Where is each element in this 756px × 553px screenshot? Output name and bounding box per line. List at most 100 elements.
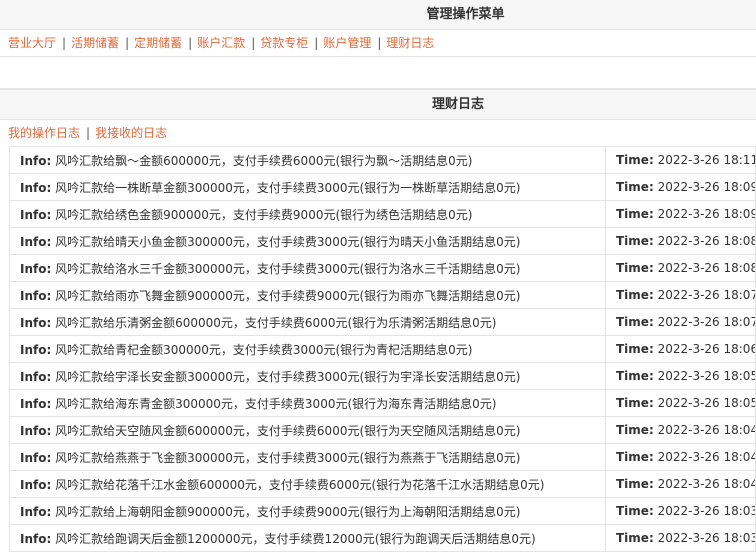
log-row: Info: 风吟汇款给乐清粥金额600000元，支付手续费6000元(银行为乐清… [9,308,756,336]
nav-lobby[interactable]: 营业大厅 [8,36,56,50]
spacer [0,57,756,89]
log-row: Info: 风吟汇款给雨亦飞舞金额900000元，支付手续费9000元(银行为雨… [9,281,756,309]
nav-separator: | [377,36,382,50]
log-time-text: 2022-3-26 18:04 [657,423,756,437]
info-label: Info: [20,315,52,330]
menu-title: 管理操作菜单 [426,7,505,22]
log-time-cell: Time: 2022-3-26 18:04 [605,443,756,471]
info-label: Info: [20,207,52,222]
info-label: Info: [20,504,52,519]
log-row: Info: 风吟汇款给花落千江水金额600000元，支付手续费6000元(银行为… [9,470,756,498]
time-label: Time: [616,288,654,302]
log-info-cell: Info: 风吟汇款给雨亦飞舞金额900000元，支付手续费9000元(银行为雨… [9,281,606,309]
log-time-cell: Time: 2022-3-26 18:05 [605,389,756,417]
log-row: Info: 风吟汇款给跑调天后金额1200000元，支付手续费12000元(银行… [9,524,756,552]
log-time-text: 2022-3-26 18:07 [657,288,756,302]
log-time-text: 2022-3-26 18:09 [657,207,756,221]
log-row: Info: 风吟汇款给燕燕于飞金额300000元，支付手续费3000元(银行为燕… [9,443,756,471]
nav-remittance[interactable]: 账户汇款 [197,36,245,50]
info-label: Info: [20,180,52,195]
info-label: Info: [20,369,52,384]
log-info-text: 风吟汇款给跑调天后金额1200000元，支付手续费12000元(银行为跑调天后活… [55,531,536,546]
time-label: Time: [616,369,654,383]
log-time-text: 2022-3-26 18:08 [657,261,756,275]
my-operation-log-link[interactable]: 我的操作日志 [8,126,80,140]
log-info-text: 风吟汇款给宇泽长安金额300000元，支付手续费3000元(银行为宇泽长安活期结… [55,369,521,384]
log-info-text: 风吟汇款给晴天小鱼金额300000元，支付手续费3000元(银行为晴天小鱼活期结… [55,234,521,249]
info-label: Info: [20,288,52,303]
log-row: Info: 风吟汇款给晴天小鱼金额300000元，支付手续费3000元(银行为晴… [9,227,756,255]
subnav-separator: | [86,126,91,140]
time-label: Time: [616,504,654,518]
log-info-cell: Info: 风吟汇款给花落千江水金额600000元，支付手续费6000元(银行为… [9,470,606,498]
log-info-text: 风吟汇款给一株断草金额300000元，支付手续费3000元(银行为一株断草活期结… [55,180,521,195]
log-time-cell: Time: 2022-3-26 18:09 [605,173,756,201]
log-info-text: 风吟汇款给洛水三千金额300000元，支付手续费3000元(银行为洛水三千活期结… [55,261,521,276]
log-time-text: 2022-3-26 18:06 [657,342,756,356]
log-row: Info: 风吟汇款给一株断草金额300000元，支付手续费3000元(银行为一… [9,173,756,201]
log-info-text: 风吟汇款给雨亦飞舞金额900000元，支付手续费9000元(银行为雨亦飞舞活期结… [55,288,521,303]
nav-finance-log[interactable]: 理财日志 [386,36,434,50]
log-time-cell: Time: 2022-3-26 18:09 [605,200,756,228]
info-label: Info: [20,342,52,357]
log-header: 理财日志 [0,89,756,120]
log-info-text: 风吟汇款给花落千江水金额600000元，支付手续费6000元(银行为花落千江水活… [55,477,545,492]
log-row: Info: 风吟汇款给绣色金额900000元，支付手续费9000元(银行为绣色活… [9,200,756,228]
log-row: Info: 风吟汇款给飘～金额600000元，支付手续费6000元(银行为飘～活… [9,146,756,174]
log-time-cell: Time: 2022-3-26 18:03 [605,524,756,552]
info-label: Info: [20,396,52,411]
log-row: Info: 风吟汇款给天空随风金额600000元，支付手续费6000元(银行为天… [9,416,756,444]
nav-fixed-deposit[interactable]: 定期储蓄 [134,36,182,50]
time-label: Time: [616,261,654,275]
time-label: Time: [616,234,654,248]
log-time-cell: Time: 2022-3-26 18:08 [605,227,756,255]
log-time-text: 2022-3-26 18:03 [657,504,756,518]
log-time-cell: Time: 2022-3-26 18:08 [605,254,756,282]
log-time-text: 2022-3-26 18:05 [657,369,756,383]
log-time-text: 2022-3-26 18:03 [657,531,756,545]
log-time-text: 2022-3-26 18:05 [657,396,756,410]
time-label: Time: [616,396,654,410]
log-time-text: 2022-3-26 18:08 [657,234,756,248]
log-info-text: 风吟汇款给海东青金额300000元，支付手续费3000元(银行为海东青活期结息0… [55,396,497,411]
menu-header: 管理操作菜单 [0,0,756,30]
log-info-cell: Info: 风吟汇款给洛水三千金额300000元，支付手续费3000元(银行为洛… [9,254,606,282]
log-info-text: 风吟汇款给燕燕于飞金额300000元，支付手续费3000元(银行为燕燕于飞活期结… [55,450,521,465]
nav-current-deposit[interactable]: 活期储蓄 [71,36,119,50]
log-row: Info: 风吟汇款给上海朝阳金额900000元，支付手续费9000元(银行为上… [9,497,756,525]
log-info-cell: Info: 风吟汇款给跑调天后金额1200000元，支付手续费12000元(银行… [9,524,606,552]
nav-separator: | [188,36,193,50]
log-info-cell: Info: 风吟汇款给天空随风金额600000元，支付手续费6000元(银行为天… [9,416,606,444]
received-log-link[interactable]: 我接收的日志 [95,126,167,140]
nav-separator: | [314,36,319,50]
log-info-cell: Info: 风吟汇款给上海朝阳金额900000元，支付手续费9000元(银行为上… [9,497,606,525]
log-time-cell: Time: 2022-3-26 18:03 [605,497,756,525]
log-info-cell: Info: 风吟汇款给乐清粥金额600000元，支付手续费6000元(银行为乐清… [9,308,606,336]
log-info-text: 风吟汇款给乐清粥金额600000元，支付手续费6000元(银行为乐清粥活期结息0… [55,315,497,330]
time-label: Time: [616,423,654,437]
log-info-cell: Info: 风吟汇款给青杞金额300000元，支付手续费3000元(银行为青杞活… [9,335,606,363]
log-time-cell: Time: 2022-3-26 18:07 [605,308,756,336]
time-label: Time: [616,342,654,356]
log-time-text: 2022-3-26 18:04 [657,477,756,491]
time-label: Time: [616,531,654,545]
info-label: Info: [20,477,52,492]
log-info-cell: Info: 风吟汇款给海东青金额300000元，支付手续费3000元(银行为海东… [9,389,606,417]
main-nav: 营业大厅 | 活期储蓄 | 定期储蓄 | 账户汇款 | 贷款专柜 | 账户管理 | 理财日志 [0,30,756,57]
nav-account-management[interactable]: 账户管理 [323,36,371,50]
log-time-cell: Time: 2022-3-26 18:05 [605,362,756,390]
log-time-cell: Time: 2022-3-26 18:04 [605,416,756,444]
log-time-cell: Time: 2022-3-26 18:07 [605,281,756,309]
log-time-text: 2022-3-26 18:04 [657,450,756,464]
log-info-text: 风吟汇款给青杞金额300000元，支付手续费3000元(银行为青杞活期结息0元) [55,342,473,357]
log-time-text: 2022-3-26 18:07 [657,315,756,329]
nav-loans[interactable]: 贷款专柜 [260,36,308,50]
log-title: 理财日志 [431,97,484,112]
log-time-text: 2022-3-26 18:11 [657,153,756,167]
log-subnav: 我的操作日志 | 我接收的日志 [0,120,756,146]
log-time-cell: Time: 2022-3-26 18:04 [605,470,756,498]
info-label: Info: [20,423,52,438]
info-label: Info: [20,234,52,249]
info-label: Info: [20,153,52,168]
time-label: Time: [616,450,654,464]
